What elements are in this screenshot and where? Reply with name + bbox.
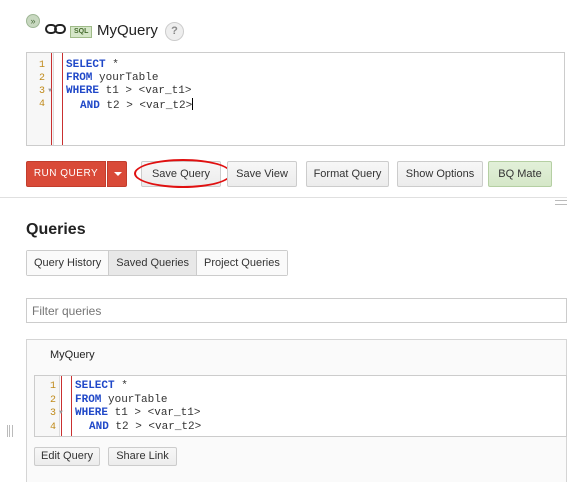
saved-query-name[interactable]: MyQuery bbox=[50, 349, 95, 361]
fold-marker-icon: ▼ bbox=[58, 410, 64, 416]
edit-query-button[interactable]: Edit Query bbox=[34, 447, 100, 466]
queries-heading: Queries bbox=[26, 221, 86, 238]
line-number: 1 bbox=[38, 60, 45, 71]
code-line: SELECT * bbox=[66, 59, 119, 71]
margin-rule bbox=[62, 53, 63, 145]
line-number: 3 bbox=[38, 86, 45, 97]
share-link-button[interactable]: Share Link bbox=[108, 447, 177, 466]
line-number: 1 bbox=[49, 381, 56, 392]
format-query-button[interactable]: Format Query bbox=[306, 161, 389, 187]
resize-handle[interactable] bbox=[7, 425, 13, 437]
saved-query-preview: 1 2 3 ▼ 4 SELECT * FROM yourTable WHERE … bbox=[34, 375, 567, 437]
highlight-annotation bbox=[134, 159, 232, 188]
line-number: 4 bbox=[49, 422, 56, 433]
run-query-button[interactable]: RUN QUERY bbox=[26, 161, 106, 187]
code-line: FROM yourTable bbox=[66, 72, 159, 84]
save-view-button[interactable]: Save View bbox=[227, 161, 297, 187]
tab-project-queries[interactable]: Project Queries bbox=[197, 251, 287, 275]
margin-rule bbox=[61, 376, 62, 436]
line-number: 2 bbox=[49, 395, 56, 406]
filter-queries-input[interactable] bbox=[26, 298, 567, 323]
line-number: 2 bbox=[38, 73, 45, 84]
code-line: AND t2 > <var_t2> bbox=[80, 98, 194, 112]
collapse-button[interactable]: » bbox=[26, 14, 40, 28]
link-icon[interactable] bbox=[45, 22, 67, 36]
resize-handle[interactable] bbox=[555, 200, 567, 205]
code-line: FROM yourTable bbox=[75, 394, 168, 406]
fold-marker-icon[interactable]: ▼ bbox=[47, 85, 53, 98]
tab-saved-queries[interactable]: Saved Queries bbox=[109, 251, 198, 275]
show-options-button[interactable]: Show Options bbox=[397, 161, 483, 187]
sql-badge: SQL bbox=[70, 26, 93, 38]
margin-rule bbox=[51, 53, 52, 145]
help-button[interactable]: ? bbox=[165, 22, 184, 41]
bq-mate-button[interactable]: BQ Mate bbox=[488, 161, 552, 187]
divider bbox=[0, 197, 567, 198]
query-editor[interactable]: 1 2 3 ▼ 4 SELECT * FROM yourTable WHERE … bbox=[26, 52, 565, 146]
run-options-dropdown[interactable] bbox=[107, 161, 127, 187]
margin-rule bbox=[71, 376, 72, 436]
code-line: WHERE t1 > <var_t1> bbox=[75, 407, 201, 419]
text-cursor bbox=[192, 98, 194, 110]
tab-query-history[interactable]: Query History bbox=[27, 251, 110, 275]
code-line: SELECT * bbox=[75, 380, 128, 392]
line-number: 4 bbox=[38, 99, 45, 110]
code-line: AND t2 > <var_t2> bbox=[89, 421, 202, 433]
help-icon: ? bbox=[171, 25, 178, 37]
query-title: MyQuery bbox=[97, 22, 158, 39]
line-number: 3 bbox=[49, 408, 56, 419]
queries-tabs: Query History Saved Queries Project Quer… bbox=[26, 250, 288, 276]
code-line: WHERE t1 > <var_t1> bbox=[66, 85, 192, 97]
chevron-right-icon: » bbox=[30, 16, 36, 26]
